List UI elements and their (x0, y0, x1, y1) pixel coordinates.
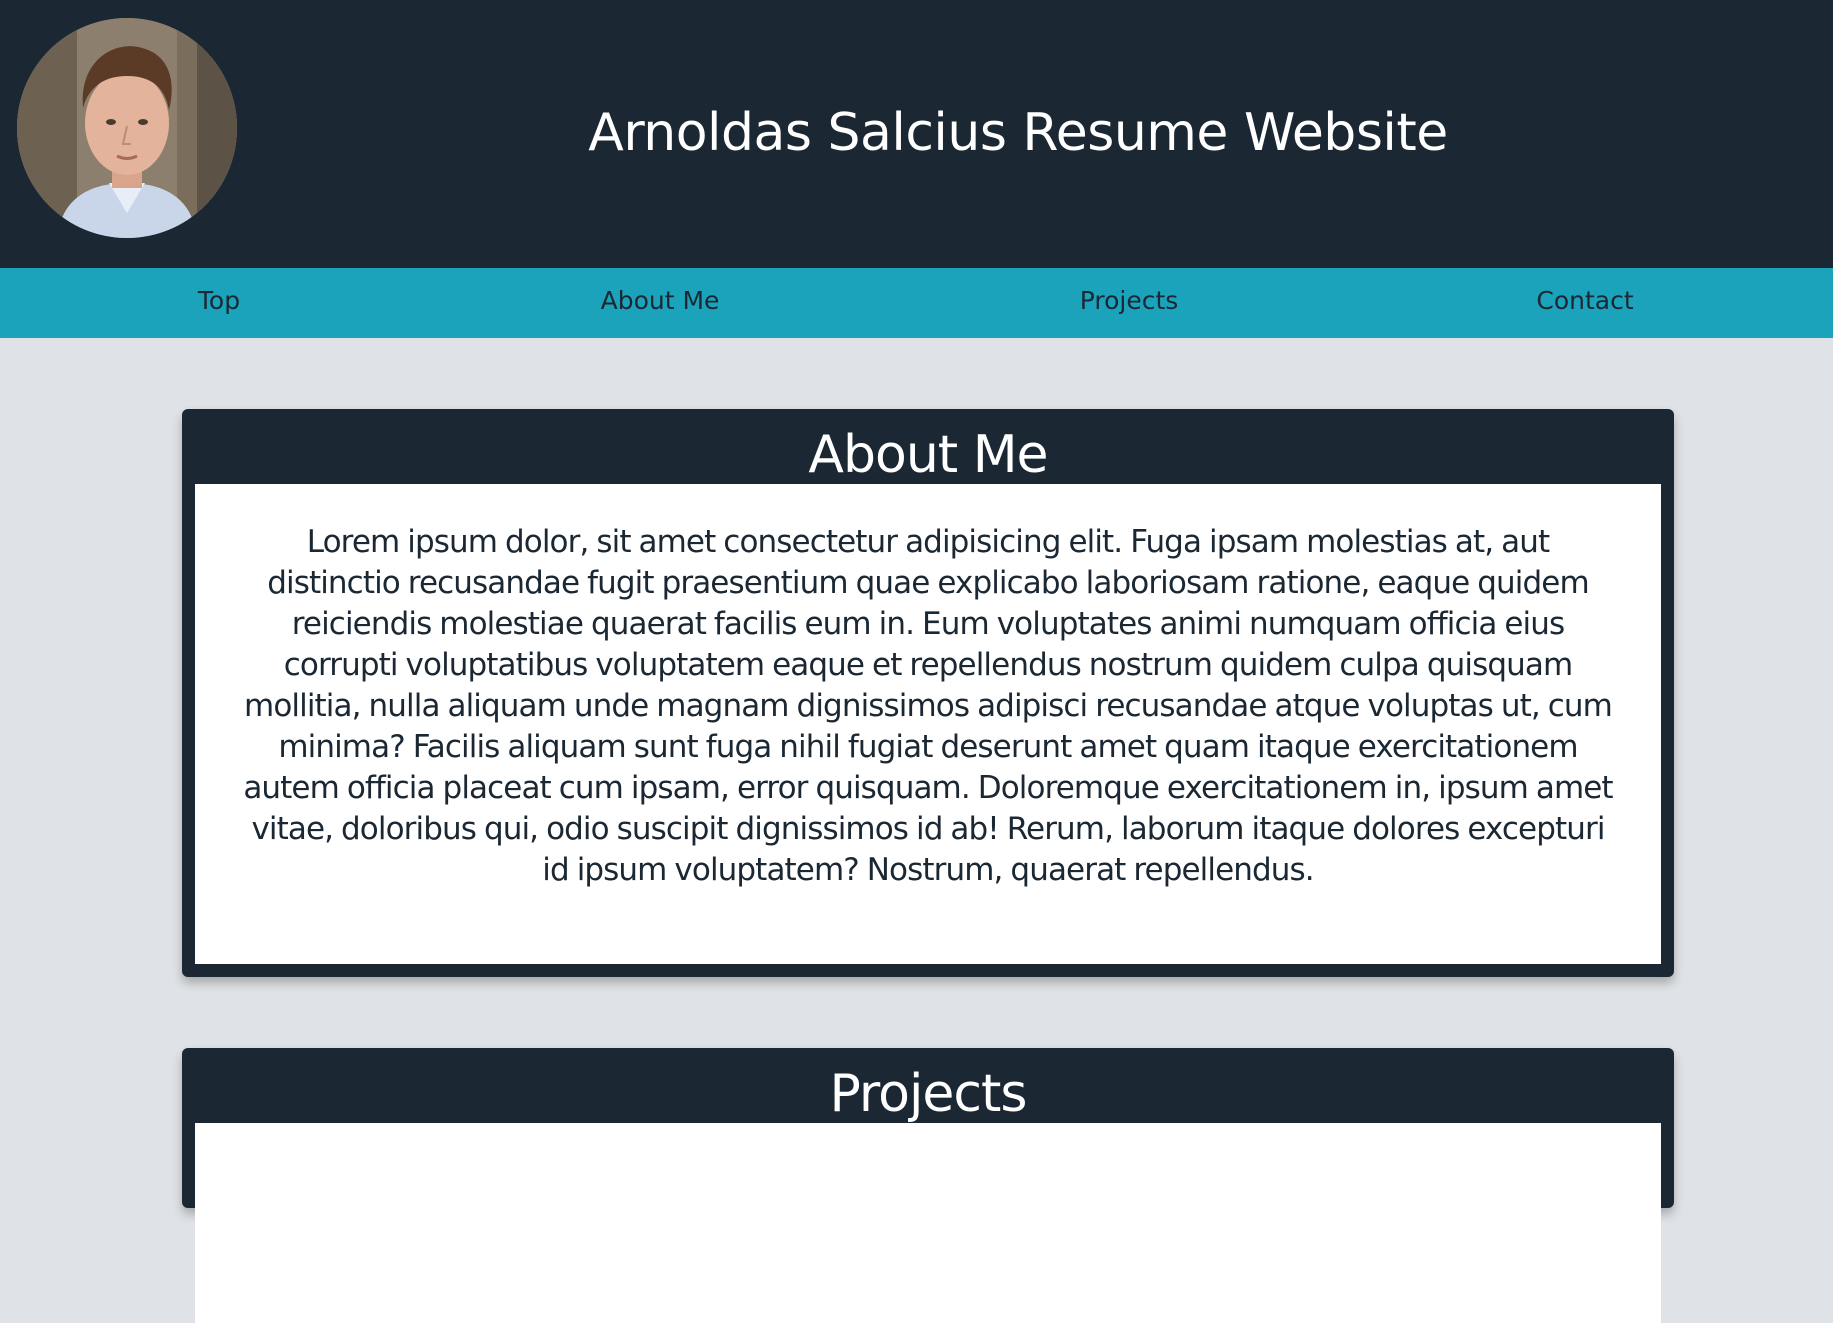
nav-link-projects[interactable]: Projects (1080, 268, 1179, 338)
nav-link-contact[interactable]: Contact (1536, 268, 1633, 338)
site-header: Arnoldas Salcius Resume Website (0, 0, 1833, 268)
projects-section: Projects (182, 1048, 1674, 1323)
about-section: About Me Lorem ipsum dolor, sit amet con… (182, 409, 1674, 977)
site-title: Arnoldas Salcius Resume Website (588, 103, 1448, 163)
nav-link-about-me[interactable]: About Me (601, 268, 720, 338)
main-nav: Top About Me Projects Contact (0, 268, 1833, 338)
projects-body (195, 1123, 1661, 1323)
nav-link-top[interactable]: Top (198, 268, 240, 338)
about-body: Lorem ipsum dolor, sit amet consectetur … (195, 484, 1661, 964)
about-text: Lorem ipsum dolor, sit amet consectetur … (243, 524, 1613, 888)
